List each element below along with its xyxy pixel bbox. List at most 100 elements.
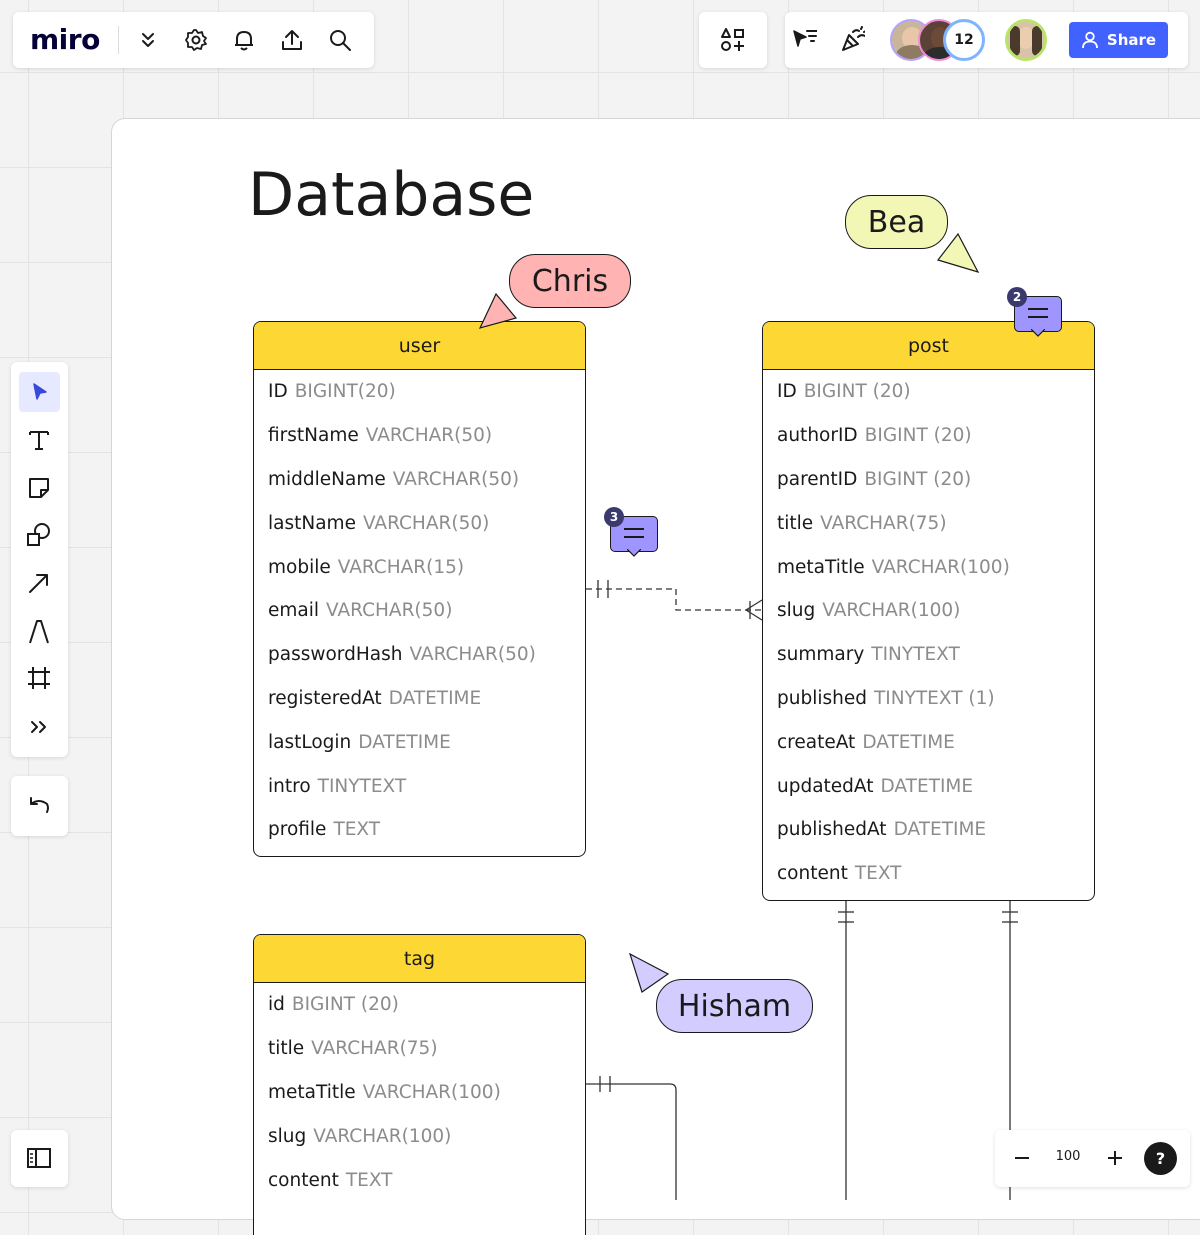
field-name: lastLogin (268, 731, 352, 753)
field-type: TINYTEXT (317, 775, 407, 797)
apps-icon[interactable] (720, 27, 746, 53)
table-row[interactable]: registeredAt DATETIME (254, 677, 585, 721)
table-row[interactable]: metaTitle VARCHAR(100) (254, 1071, 585, 1115)
field-type: BIGINT (20) (291, 994, 399, 1016)
table-header: user (254, 322, 585, 370)
field-name: firstName (268, 425, 359, 447)
field-type: VARCHAR(50) (326, 600, 453, 622)
table-row[interactable]: content TEXT (254, 1158, 585, 1202)
field-type: DATETIME (893, 819, 987, 841)
miro-logo[interactable]: miro (30, 23, 100, 56)
table-row[interactable]: ID BIGINT(20) (254, 370, 585, 414)
field-type: VARCHAR(15) (337, 556, 465, 578)
search-icon[interactable] (327, 27, 353, 53)
chevrons-down-icon[interactable] (135, 27, 161, 53)
comment-count-badge: 3 (604, 507, 624, 527)
table-row[interactable]: slug VARCHAR(100) (763, 589, 1094, 633)
cursor-label-chris: Chris (509, 254, 631, 308)
table-row[interactable]: email VARCHAR(50) (254, 589, 585, 633)
table-row[interactable]: publishedAt DATETIME (763, 808, 1094, 852)
field-type: VARCHAR(75) (311, 1038, 438, 1060)
field-name: content (777, 863, 848, 885)
field-name: ID (268, 381, 288, 403)
table-row[interactable]: summary TINYTEXT (763, 633, 1094, 677)
table-row[interactable]: metaTitle VARCHAR(100) (763, 545, 1094, 589)
table-row[interactable]: parentID BIGINT (20) (763, 458, 1094, 502)
field-name: passwordHash (268, 644, 403, 666)
comment-icon (1028, 308, 1048, 318)
avatar[interactable] (1005, 19, 1047, 61)
table-row[interactable]: lastLogin DATETIME (254, 720, 585, 764)
field-type: VARCHAR(100) (362, 1081, 501, 1103)
zoom-out-icon[interactable] (1009, 1145, 1035, 1171)
celebrate-icon[interactable] (839, 26, 865, 53)
cursor-arrow-icon (936, 232, 980, 273)
more-tools-icon[interactable] (26, 714, 52, 740)
bell-icon[interactable] (231, 27, 257, 53)
user-table[interactable]: user ID BIGINT(20) firstName VARCHAR(50) mid… (253, 321, 586, 857)
table-row[interactable]: authorID BIGINT (20) (763, 414, 1094, 458)
gear-icon[interactable] (183, 27, 209, 53)
field-type: VARCHAR(50) (409, 644, 536, 666)
tag-table[interactable]: tag id BIGINT (20) title VARCHAR(75) metaTit… (253, 934, 586, 1235)
table-row[interactable]: slug VARCHAR(100) (254, 1114, 585, 1158)
field-name: slug (777, 600, 816, 622)
main-toolbar: miro (13, 12, 374, 68)
field-type: BIGINT (20) (803, 381, 911, 403)
arrow-tool-icon[interactable] (26, 570, 52, 596)
zoom-in-icon[interactable] (1102, 1145, 1128, 1171)
sidebar-toggle[interactable] (11, 1130, 68, 1187)
table-row[interactable]: passwordHash VARCHAR(50) (254, 633, 585, 677)
table-row[interactable]: intro TINYTEXT (254, 764, 585, 808)
collaborator-count-badge[interactable]: 12 (943, 19, 985, 61)
table-row[interactable]: firstName VARCHAR(50) (254, 414, 585, 458)
share-button[interactable]: Share (1069, 22, 1168, 58)
board-title[interactable]: Database (248, 160, 534, 230)
table-row[interactable]: id BIGINT (20) (254, 983, 585, 1027)
upload-icon[interactable] (279, 27, 305, 53)
cursor-label-hisham: Hisham (656, 979, 813, 1033)
field-type: VARCHAR(100) (822, 600, 961, 622)
tag-connector (586, 1083, 677, 1200)
field-name: metaTitle (268, 1081, 356, 1103)
table-row[interactable]: mobile VARCHAR(15) (254, 545, 585, 589)
table-row[interactable]: lastName VARCHAR(50) (254, 501, 585, 545)
post-table[interactable]: post ID BIGINT (20) authorID BIGINT (20) par… (762, 321, 1095, 901)
field-type: VARCHAR(50) (392, 468, 520, 490)
sticky-note-icon[interactable] (26, 475, 52, 501)
zoom-level[interactable]: 100 (1050, 1149, 1086, 1164)
field-name: id (268, 994, 285, 1016)
field-name: metaTitle (777, 556, 865, 578)
shapes-icon[interactable] (26, 522, 52, 548)
table-row[interactable]: updatedAt DATETIME (763, 764, 1094, 808)
comment-icon (624, 528, 644, 538)
undo-icon[interactable] (26, 793, 52, 819)
field-name: mobile (268, 556, 331, 578)
table-row[interactable]: middleName VARCHAR(50) (254, 458, 585, 502)
user-icon (1082, 31, 1098, 49)
cursor-arrow-icon (478, 292, 518, 329)
table-row[interactable]: ID BIGINT (20) (763, 370, 1094, 414)
cursor-filter-icon[interactable] (791, 27, 817, 53)
user-post-connector (586, 588, 762, 611)
help-button[interactable]: ? (1144, 1142, 1177, 1175)
table-row[interactable]: published TINYTEXT (1) (763, 677, 1094, 721)
field-type: BIGINT(20) (294, 381, 396, 403)
table-header: tag (254, 935, 585, 983)
field-type: VARCHAR(50) (362, 512, 490, 534)
text-tool-icon[interactable] (26, 427, 52, 453)
table-row[interactable]: title VARCHAR(75) (763, 501, 1094, 545)
table-row[interactable]: title VARCHAR(75) (254, 1027, 585, 1071)
table-row[interactable]: profile TEXT (254, 808, 585, 852)
field-type: DATETIME (358, 731, 451, 753)
pen-tool-icon[interactable] (26, 618, 52, 644)
select-tool[interactable] (19, 372, 60, 412)
field-name: published (777, 687, 867, 709)
share-label: Share (1106, 31, 1157, 49)
frame-tool-icon[interactable] (26, 665, 52, 691)
table-row[interactable]: content TEXT (763, 852, 1094, 896)
field-name: title (777, 512, 814, 534)
collaboration-panel: 12 Share (785, 12, 1188, 68)
table-row[interactable]: createAt DATETIME (763, 720, 1094, 764)
field-name: email (268, 600, 320, 622)
